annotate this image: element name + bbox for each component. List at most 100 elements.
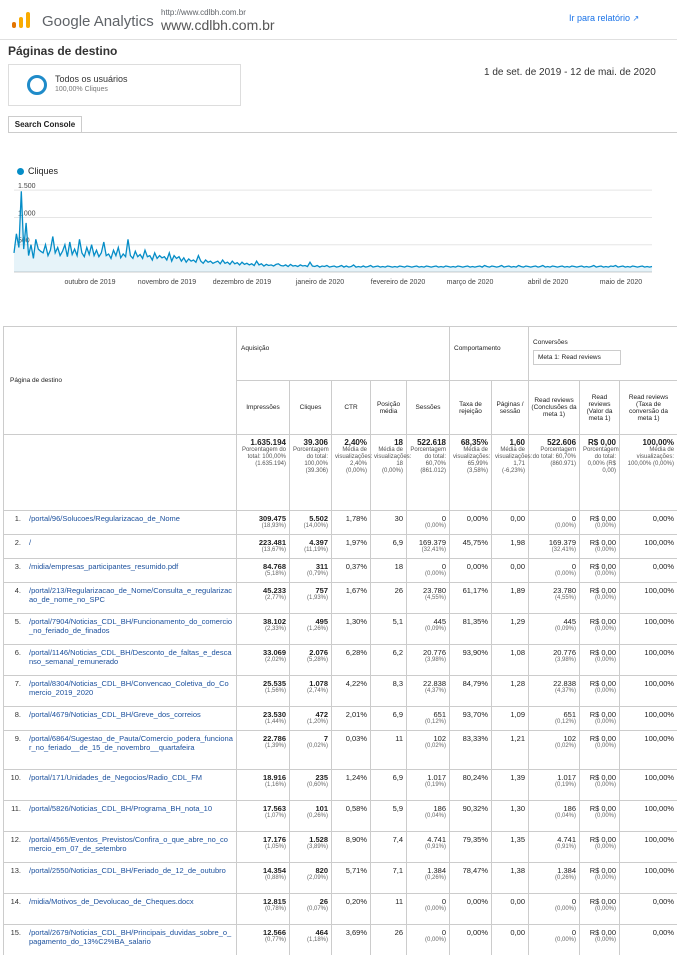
landing-page-link[interactable]: /portal/5826/Noticias_CDL_BH/Programa_BH… [29, 804, 233, 813]
bounce-rate-cell: 93,90% [449, 644, 492, 676]
impressions-cell-value: 45.233 [263, 586, 286, 595]
landing-page-cell: 14. /midia/Motivos_de_Devolucao_de_Cheque… [3, 893, 237, 925]
position-cell-value: 6,9 [392, 538, 403, 547]
tab-search-console[interactable]: Search Console [8, 116, 82, 133]
column-header-metric-3[interactable]: CTR [331, 380, 371, 435]
column-header-metric-1[interactable]: Impressões [236, 380, 290, 435]
column-header-metric-10[interactable]: Read reviews (Taxa de conversão da meta … [619, 380, 677, 435]
ctr-cell: 1,78% [331, 510, 371, 535]
bounce-rate-cell-value: 93,90% [462, 648, 488, 657]
segment-selector[interactable]: Todos os usuários 100,00% Cliques [8, 64, 241, 106]
ctr-cell-value: 0,20% [345, 897, 367, 906]
ctr-cell-value: 5,71% [345, 866, 367, 875]
top-header: Google Analytics http://www.cdlbh.com.br… [0, 0, 677, 40]
landing-page-link[interactable]: /midia/empresas_participantes_resumido.p… [29, 562, 233, 571]
ctr-cell: 3,69% [331, 924, 371, 955]
goal-conversion-rate-cell: 0,00% [619, 924, 677, 955]
goal-conversion-rate-cell-value: 100,00% [644, 804, 675, 813]
sessions-cell-value: 20.776 [423, 648, 446, 657]
goal-completions-cell-value: 0 [571, 897, 577, 906]
goal-value-cell: R$ 0,00 (0,00%) [579, 613, 621, 645]
impressions-cell-value: 84.768 [263, 562, 286, 571]
table-row: 11. /portal/5826/Noticias_CDL_BH/Programa… [3, 800, 677, 832]
go-to-report-link[interactable]: Ir para relatório ↗ [569, 13, 639, 23]
sessions-cell-pct: (32,41%) [421, 547, 446, 553]
goal-completions-cell-value: 0 [571, 562, 577, 571]
clicks-cell: 757 (1,93%) [289, 582, 332, 614]
ctr-cell-value: 1,78% [345, 514, 367, 523]
goal-completions-cell-value: 23.780 [553, 586, 577, 595]
total-cell-4: 18 Média de visualizações: 18 (0,00%) [370, 434, 411, 511]
bounce-rate-cell-value: 45,75% [462, 538, 488, 547]
landing-page-link[interactable]: /portal/8304/Noticias_CDL_BH/Convencao_C… [29, 679, 233, 697]
sessions-cell-pct: (0,26%) [424, 875, 446, 881]
landing-page-link[interactable]: /midia/Motivos_de_Devolucao_de_Cheques.d… [29, 897, 233, 906]
goal-completions-cell: 169.379 (32,41%) [528, 534, 581, 559]
goal-conversion-rate-cell: 100,00% [619, 800, 677, 832]
goal-value-cell-pct: (0,00%) [595, 875, 617, 881]
position-cell-value: 18 [394, 562, 403, 571]
position-cell: 26 [370, 582, 407, 614]
ctr-cell-value: 0,37% [345, 562, 367, 571]
landing-page-link[interactable]: /portal/2679/Noticias_CDL_BH/Principais_… [29, 928, 233, 946]
landing-page-link[interactable]: /portal/7904/Noticias_CDL_BH/Funcionamen… [29, 617, 233, 635]
impressions-cell-pct: (1,39%) [264, 743, 286, 749]
column-header-metric-7[interactable]: Páginas / sessão [490, 380, 530, 435]
x-tick-label: dezembro de 2019 [213, 279, 271, 286]
table-row: 12. /portal/4565/Eventos_Previstos/Confir… [3, 831, 677, 863]
goal-completions-cell-pct: (0,00%) [555, 523, 577, 529]
landing-page-link[interactable]: /portal/213/Regularizacao_de_Nome/Consul… [29, 586, 233, 604]
column-header-landing-page[interactable]: Página de destino [3, 326, 237, 435]
goal-completions-cell: 102 (0,02%) [528, 730, 581, 770]
landing-page-link[interactable]: /portal/171/Unidades_de_Negocios/Radio_C… [29, 773, 233, 782]
table-row: 5. /portal/7904/Noticias_CDL_BH/Funcionam… [3, 613, 677, 645]
legend-swatch-cliques [17, 168, 24, 175]
ctr-cell: 0,03% [331, 730, 371, 770]
landing-page-link[interactable]: /portal/4565/Eventos_Previstos/Confira_o… [29, 835, 233, 853]
total-cell-10: 100,00% Média de visualizações: 100,00% (… [619, 434, 677, 511]
column-header-metric-9[interactable]: Read reviews (Valor da meta 1) [579, 380, 621, 435]
total-value: 68,35% [460, 438, 488, 447]
landing-page-cell: 13. /portal/2550/Noticias_CDL_BH/Feriado_… [3, 862, 237, 894]
position-cell-value: 7,1 [392, 866, 403, 875]
column-header-metric-2[interactable]: Cliques [289, 380, 332, 435]
column-header-metric-4[interactable]: Posição média [370, 380, 407, 435]
column-header-metric-6[interactable]: Taxa de rejeição [449, 380, 492, 435]
column-header-metric-8[interactable]: Read reviews (Conclusões da meta 1) [528, 380, 581, 435]
clicks-cell-pct: (14,00%) [303, 523, 328, 529]
landing-page-link[interactable]: / [29, 538, 233, 547]
landing-page-link[interactable]: /portal/4679/Noticias_CDL_BH/Greve_dos_c… [29, 710, 233, 719]
clicks-cell-value: 26 [319, 897, 328, 906]
date-range[interactable]: 1 de set. de 2019 - 12 de mai. de 2020 [484, 67, 656, 78]
pages-per-session-cell: 1,39 [490, 769, 530, 801]
tab-divider [8, 132, 677, 133]
site-url: http://www.cdlbh.com.br [161, 8, 246, 17]
position-cell-value: 11 [395, 897, 403, 906]
pages-per-session-cell-value: 1,30 [510, 804, 526, 813]
ctr-cell-value: 1,67% [345, 586, 367, 595]
table-row: 10. /portal/171/Unidades_de_Negocios/Radi… [3, 769, 677, 801]
goal-value-cell-pct: (0,00%) [595, 626, 617, 632]
goal-completions-cell: 0 (0,00%) [528, 558, 581, 583]
goal-completions-cell-pct: (0,00%) [555, 937, 577, 943]
landing-page-link[interactable]: /portal/96/Solucoes/Regularizacao_de_Nom… [29, 514, 233, 523]
clicks-cell-value: 7 [323, 734, 328, 743]
column-header-metric-5[interactable]: Sessões [406, 380, 450, 435]
landing-page-link[interactable]: /portal/2550/Noticias_CDL_BH/Feriado_de_… [29, 866, 233, 875]
row-number: 8. [14, 710, 21, 719]
pages-per-session-cell-value: 0,00 [510, 928, 526, 937]
impressions-cell-pct: (1,56%) [264, 688, 286, 694]
goal-value-cell: R$ 0,00 (0,00%) [579, 831, 621, 863]
landing-page-link[interactable]: /portal/6864/Sugestao_de_Pauta/Comercio_… [29, 734, 233, 752]
goal-selector[interactable]: Meta 1: Read reviews [533, 350, 622, 365]
sessions-cell: 651 (0,12%) [406, 706, 450, 731]
goal-conversion-rate-cell-value: 100,00% [644, 734, 675, 743]
clicks-cell-pct: (1,93%) [306, 595, 328, 601]
table-row: 9. /portal/6864/Sugestao_de_Pauta/Comerci… [3, 730, 677, 770]
landing-page-link[interactable]: /portal/1146/Noticias_CDL_BH/Desconto_de… [29, 648, 233, 666]
goal-completions-cell-value: 4.741 [557, 835, 577, 844]
total-cell-7: 1,60 Média de visualizações: 1,71 (-6,23%… [490, 434, 532, 511]
goal-conversion-rate-cell-value: 100,00% [644, 835, 675, 844]
sessions-cell: 169.379 (32,41%) [406, 534, 450, 559]
landing-page-cell: 7. /portal/8304/Noticias_CDL_BH/Convencao… [3, 675, 237, 707]
